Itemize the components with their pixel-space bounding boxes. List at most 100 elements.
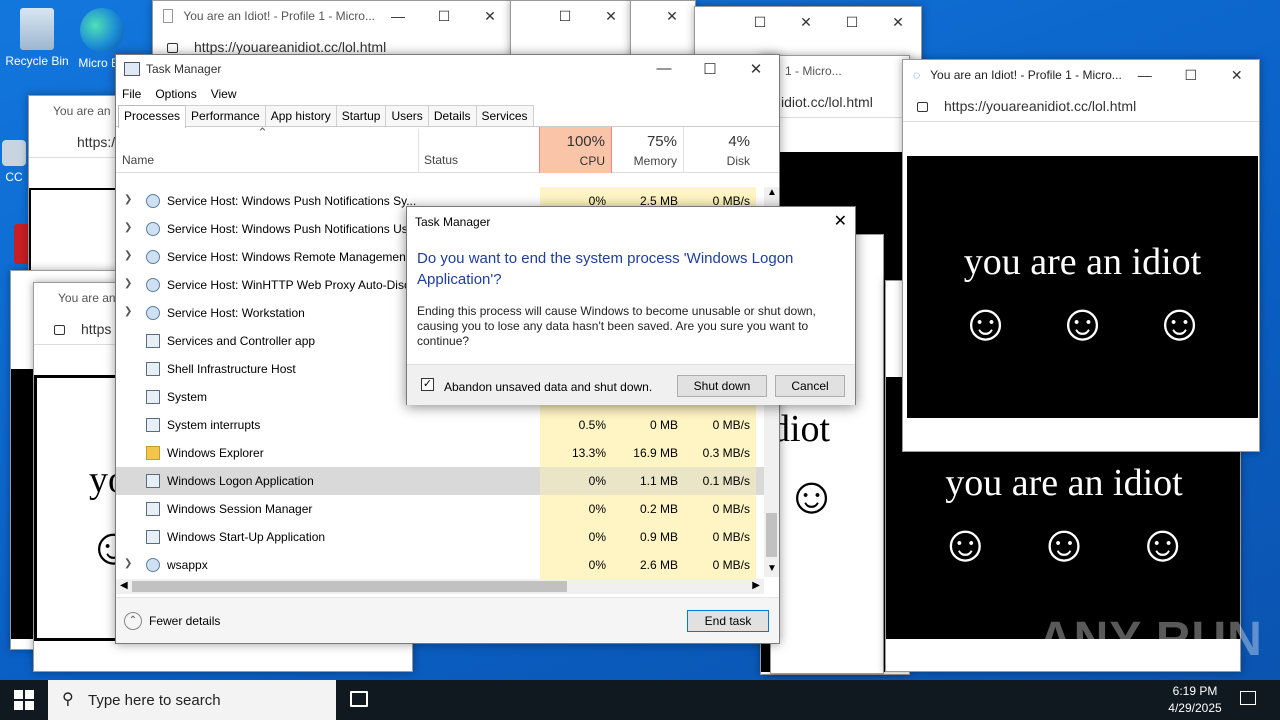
expand-icon[interactable]: ❯ [124,278,132,289]
minimize-icon[interactable]: — [1122,67,1168,84]
column-cpu[interactable]: 100% CPU [539,127,612,173]
clock-time[interactable]: 6:19 PM [1166,684,1224,698]
menu-file[interactable]: File [122,87,141,101]
search-icon: ⚲ [62,691,74,708]
tab-bar: Processes Performance App history Startu… [116,105,779,128]
menu-options[interactable]: Options [155,87,196,101]
scroll-down-icon[interactable]: ▼ [767,563,777,574]
app-icon [146,530,160,544]
address-bar[interactable]: https://youareanidiot.cc/lol.html [944,98,1136,114]
cancel-button[interactable]: Cancel [775,375,845,397]
maximize-icon[interactable]: ☐ [542,8,588,25]
end-task-button[interactable]: End task [687,610,769,632]
recycle-bin-icon[interactable]: Recycle Bin [0,8,77,68]
app-icon [146,418,160,432]
process-disk: 0.1 MB/s [684,467,756,495]
maximize-icon[interactable]: ☐ [737,14,783,31]
scroll-thumb[interactable] [766,513,777,557]
process-memory: 0.9 MB [612,523,684,551]
notification-icon[interactable] [1240,691,1256,705]
horizontal-scrollbar[interactable]: ◀ ▶ [116,579,764,594]
address-bar[interactable]: https:/ [77,134,115,150]
loading-icon: ◌ [913,68,921,82]
minimize-icon[interactable]: — [375,8,421,25]
column-status[interactable]: Status [424,153,458,167]
minimize-icon[interactable]: — [641,60,687,78]
browser-window[interactable]: ◌ You are an Idiot! - Profile 1 - Micro..… [902,59,1260,452]
gear-icon [146,250,160,264]
expand-icon[interactable]: ❯ [124,194,132,205]
process-name: System interrupts [167,418,261,432]
scroll-left-icon[interactable]: ◀ [120,580,128,591]
tab-app-history[interactable]: App history [264,105,337,126]
search-input[interactable]: Type here to search [88,692,221,709]
scroll-up-icon[interactable]: ▲ [767,187,777,198]
process-row[interactable]: System interrupts 0.5% 0 MB 0 MB/s [116,411,764,439]
windows-start-icon[interactable] [14,690,34,710]
address-bar[interactable]: https [81,321,111,337]
app-icon [146,390,160,404]
browser-window[interactable]: ✕ [630,0,696,62]
sort-arrow-icon: ⌃ [257,125,268,140]
task-view-icon[interactable] [350,691,368,707]
process-row[interactable]: Windows Logon Application 0% 1.1 MB 0.1 MB/… [116,467,764,495]
tab-users[interactable]: Users [385,105,429,126]
close-icon[interactable]: ✕ [588,8,634,25]
process-name: Services and Controller app [167,334,316,348]
confirm-dialog[interactable]: Task Manager ✕ Do you want to end the sy… [406,206,856,405]
process-memory: 1.1 MB [612,467,684,495]
close-icon[interactable]: ✕ [834,211,847,231]
search-box[interactable]: ⚲ Type here to search [48,680,336,720]
tab-services[interactable]: Services [475,105,534,126]
window-title: 1 - Micro... [785,64,842,78]
clock-date[interactable]: 4/29/2025 [1160,701,1230,715]
process-row[interactable]: Windows Start-Up Application 0% 0.9 MB 0 MB… [116,523,764,551]
process-row[interactable]: Windows Explorer 13.3% 16.9 MB 0.3 MB/s [116,439,764,467]
maximize-icon[interactable]: ☐ [421,8,467,25]
process-memory: 0.2 MB [612,495,684,523]
lock-icon [54,324,65,335]
address-bar[interactable]: https://youareanidiot.cc/lol.html [194,39,386,55]
scroll-thumb[interactable] [132,581,567,592]
address-bar[interactable]: idiot.cc/lol.html [781,94,873,110]
maximize-icon[interactable]: ☐ [687,60,733,78]
process-row[interactable]: ❯ wsappx 0% 2.6 MB 0 MB/s [116,551,764,579]
column-memory[interactable]: 75% Memory [612,127,684,173]
checkbox-label[interactable]: Abandon unsaved data and shut down. [444,380,652,394]
tab-details[interactable]: Details [427,105,477,126]
fewer-details-link[interactable]: Fewer details [149,614,220,628]
idiot-text: you are an idiot [963,241,1202,283]
close-icon[interactable]: ✕ [783,14,829,31]
idiot-panel: you are an idiot ☺ ☺ ☺ [907,156,1258,418]
smiley-icon: ☺ [938,516,992,573]
gear-icon [146,222,160,236]
process-row[interactable]: Windows Session Manager 0% 0.2 MB 0 MB/s [116,495,764,523]
scroll-right-icon[interactable]: ▶ [752,580,760,591]
expand-icon[interactable]: ❯ [124,222,132,233]
tab-processes[interactable]: Processes [118,105,187,128]
abandon-checkbox[interactable]: ✓ [421,378,434,391]
collapse-icon[interactable]: ⌃ [124,612,142,630]
tab-startup[interactable]: Startup [335,105,387,126]
gear-icon [146,558,160,572]
expand-icon[interactable]: ❯ [124,306,132,317]
smiley-icon: ☺ [958,295,1013,352]
close-icon[interactable]: ✕ [733,60,779,78]
close-icon[interactable]: ✕ [1214,67,1259,84]
expand-icon[interactable]: ❯ [124,250,132,261]
maximize-icon[interactable]: ☐ [1168,67,1214,84]
shutdown-button[interactable]: Shut down [677,375,767,397]
browser-window[interactable]: ☐ ✕ [510,0,635,60]
menu-view[interactable]: View [211,87,237,101]
maximize-icon[interactable]: ☐ [829,14,875,31]
lock-icon [917,101,928,112]
memory-total: 75% [646,133,677,150]
close-icon[interactable]: ✕ [649,8,695,25]
expand-icon[interactable]: ❯ [124,558,132,569]
column-name[interactable]: Name [122,153,154,167]
process-disk: 0.3 MB/s [684,439,756,467]
tab-performance[interactable]: Performance [185,105,266,126]
column-disk[interactable]: 4% Disk [684,127,756,173]
close-icon[interactable]: ✕ [467,8,513,25]
close-icon[interactable]: ✕ [875,14,921,31]
